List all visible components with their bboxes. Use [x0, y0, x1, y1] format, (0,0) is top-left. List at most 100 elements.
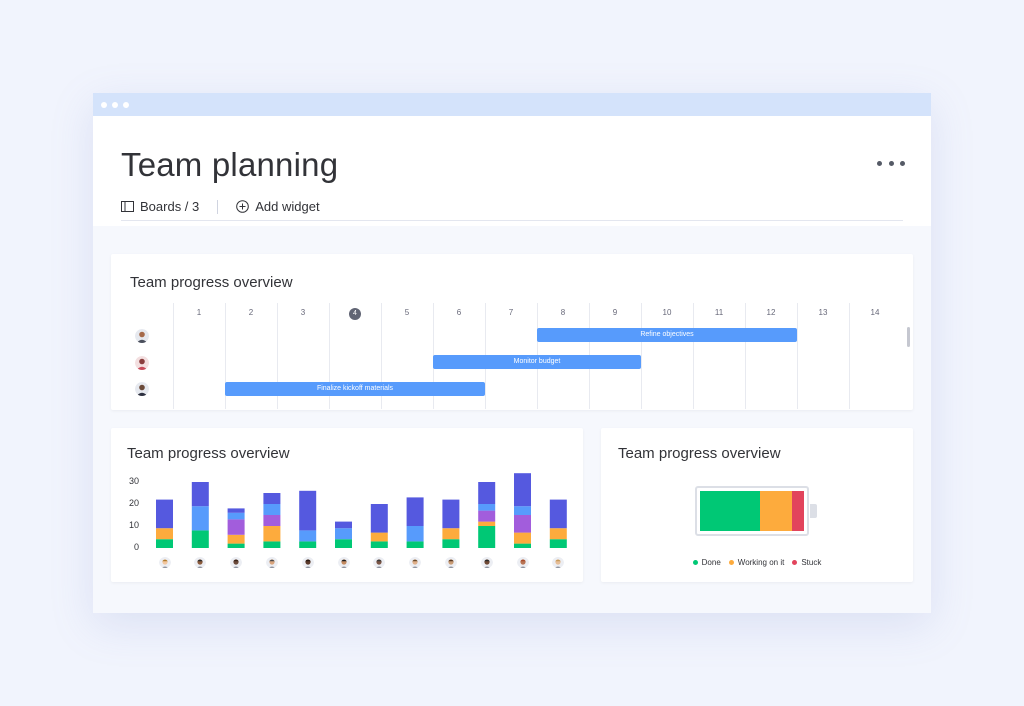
bar-segment[interactable] — [335, 539, 352, 548]
bar-segment[interactable] — [549, 499, 567, 529]
gantt-day-label: 2 — [248, 308, 254, 317]
bar-segment[interactable] — [227, 519, 245, 535]
bar-segment[interactable] — [514, 543, 531, 548]
gantt-scrollbar[interactable] — [907, 327, 910, 347]
bar-segment[interactable] — [227, 512, 245, 520]
bar-segment[interactable] — [442, 499, 460, 529]
gantt-day-label: 8 — [560, 308, 566, 317]
bar-segment[interactable] — [406, 497, 424, 526]
gantt-day-label: 14 — [870, 308, 880, 317]
gantt-task-bar[interactable]: Monitor budget — [433, 355, 641, 369]
more-options-icon[interactable] — [877, 156, 905, 170]
bar-segment[interactable] — [514, 506, 531, 515]
bar-segment[interactable] — [156, 539, 173, 548]
gantt-task-bar[interactable]: Finalize kickoff materials — [225, 382, 485, 396]
gantt-column-line — [641, 303, 642, 409]
bar-segment[interactable] — [191, 530, 209, 548]
battery-segment[interactable] — [791, 491, 804, 531]
gantt-column-line — [693, 303, 694, 409]
legend-item: Done — [692, 558, 721, 567]
bar-segment[interactable] — [478, 482, 496, 504]
add-widget-button[interactable]: Add widget — [236, 199, 320, 214]
toolbar-divider — [217, 199, 219, 214]
page-header: Team planning Boards / 3 Add widget — [93, 116, 931, 226]
bar-segment[interactable] — [191, 506, 209, 531]
today-marker: 4 — [349, 308, 361, 320]
battery-tip — [810, 504, 817, 518]
boards-label: Boards / 3 — [140, 199, 200, 214]
legend-dot-icon — [692, 560, 698, 565]
gantt-day-label: 1 — [196, 308, 202, 317]
avatar — [480, 556, 493, 568]
avatar — [135, 382, 149, 396]
bar-segment[interactable] — [549, 539, 567, 548]
bar-segment[interactable] — [299, 530, 317, 542]
battery-chart-title: Team progress overview — [618, 445, 781, 462]
gantt-day-label: 3 — [300, 308, 306, 317]
gantt-day-label: 4 — [329, 308, 381, 320]
bar-segment[interactable] — [299, 490, 317, 531]
bar-segment[interactable] — [335, 528, 352, 540]
gantt-day-label: 5 — [404, 308, 410, 317]
bar-segment[interactable] — [370, 541, 388, 548]
page-title: Team planning — [121, 146, 339, 183]
add-widget-label: Add widget — [255, 199, 320, 214]
bar-segment[interactable] — [263, 541, 281, 548]
bar-segment[interactable] — [299, 541, 317, 548]
add-circle-icon — [236, 200, 250, 213]
bar-segment[interactable] — [514, 532, 531, 544]
battery-legend: Done Working on it Stuck — [601, 558, 913, 567]
avatar — [301, 556, 314, 568]
legend-label: Working on it — [737, 558, 785, 567]
gantt-day-label: 11 — [714, 308, 724, 317]
bar-segment[interactable] — [156, 499, 173, 529]
bar-segment[interactable] — [263, 504, 281, 515]
gantt-day-label: 13 — [818, 308, 828, 317]
battery-shell — [695, 486, 809, 536]
legend-label: Done — [701, 558, 721, 567]
bar-segment[interactable] — [263, 515, 281, 526]
bar-segment[interactable] — [263, 493, 281, 504]
bar-segment[interactable] — [406, 526, 424, 542]
bar-segment[interactable] — [227, 534, 245, 544]
bar-segment[interactable] — [478, 510, 496, 522]
window-titlebar — [93, 93, 931, 116]
bar-segment[interactable] — [549, 528, 567, 540]
header-toolbar: Boards / 3 Add widget — [121, 199, 320, 214]
gantt-day-label: 6 — [456, 308, 462, 317]
bar-segment[interactable] — [227, 543, 245, 548]
stacked-bar-widget: Team progress overview 30 20 10 0 — [111, 428, 583, 582]
bar-segment[interactable] — [370, 532, 388, 542]
legend-dot-icon — [728, 560, 734, 565]
bar-segment[interactable] — [442, 528, 460, 540]
gantt-column-line — [745, 303, 746, 409]
bar-segment[interactable] — [156, 528, 173, 540]
gantt-day-label: 7 — [508, 308, 514, 317]
bar-segment[interactable] — [514, 515, 531, 533]
battery-widget: Team progress overview Done Working on it… — [601, 428, 913, 582]
gantt-column-line — [797, 303, 798, 409]
bar-segment[interactable] — [514, 473, 531, 507]
window-dot-icon — [101, 102, 107, 108]
battery-segment[interactable] — [700, 491, 761, 531]
battery-fill — [700, 491, 804, 531]
bar-segment[interactable] — [478, 521, 496, 526]
gantt-column-line — [173, 303, 174, 409]
bar-segment[interactable] — [227, 508, 245, 513]
bar-segment[interactable] — [478, 504, 496, 511]
gantt-task-bar[interactable]: Refine objectives — [537, 328, 797, 342]
gantt-title: Team progress overview — [130, 274, 293, 291]
window-dot-icon — [123, 102, 129, 108]
bar-segment[interactable] — [406, 541, 424, 548]
avatar — [158, 556, 171, 568]
bar-segment[interactable] — [478, 526, 496, 548]
bar-segment[interactable] — [263, 526, 281, 542]
bar-segment[interactable] — [442, 539, 460, 548]
boards-button[interactable]: Boards / 3 — [121, 199, 199, 214]
avatar — [230, 556, 243, 568]
legend-dot-icon — [792, 560, 798, 565]
bar-segment[interactable] — [370, 504, 388, 533]
battery-segment[interactable] — [760, 491, 792, 531]
bar-segment[interactable] — [335, 521, 352, 529]
bar-segment[interactable] — [191, 482, 209, 507]
